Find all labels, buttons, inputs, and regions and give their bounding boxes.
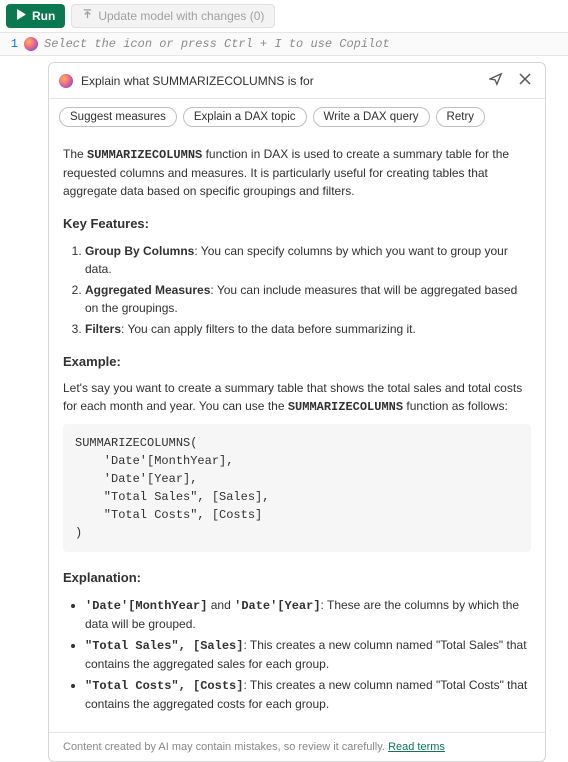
- run-button[interactable]: Run: [6, 4, 65, 28]
- copilot-icon: [59, 74, 73, 88]
- list-item: Aggregated Measures: You can include mea…: [85, 281, 531, 317]
- list-item: "Total Sales", [Sales]: This creates a n…: [85, 636, 531, 673]
- run-label: Run: [32, 9, 55, 23]
- chat-input[interactable]: [81, 74, 477, 88]
- toolbar: Run Update model with changes (0): [0, 0, 568, 32]
- features-list: Group By Columns: You can specify column…: [63, 242, 531, 338]
- chip-retry[interactable]: Retry: [436, 107, 485, 127]
- play-icon: [16, 9, 27, 23]
- chip-write-dax-query[interactable]: Write a DAX query: [313, 107, 430, 127]
- list-item: Filters: You can apply filters to the da…: [85, 320, 531, 338]
- key-features-heading: Key Features:: [63, 214, 531, 234]
- close-button[interactable]: [515, 71, 535, 90]
- send-button[interactable]: [485, 70, 507, 91]
- chip-suggest-measures[interactable]: Suggest measures: [59, 107, 177, 127]
- ai-disclaimer: Content created by AI may contain mistak…: [49, 732, 545, 761]
- list-item: 'Date'[MonthYear] and 'Date'[Year]: Thes…: [85, 596, 531, 633]
- upload-icon: [82, 9, 93, 23]
- read-terms-link[interactable]: Read terms: [388, 741, 445, 753]
- editor-row[interactable]: 1 Select the icon or press Ctrl + I to u…: [0, 32, 568, 56]
- update-model-button: Update model with changes (0): [71, 4, 275, 28]
- chip-explain-dax-topic[interactable]: Explain a DAX topic: [183, 107, 307, 127]
- copilot-chat-panel: Suggest measures Explain a DAX topic Wri…: [48, 62, 546, 762]
- editor-placeholder: Select the icon or press Ctrl + I to use…: [44, 37, 390, 51]
- list-item: Group By Columns: You can specify column…: [85, 242, 531, 278]
- code-block[interactable]: SUMMARIZECOLUMNS( 'Date'[MonthYear], 'Da…: [63, 424, 531, 552]
- copilot-icon[interactable]: [24, 37, 38, 51]
- chat-header: [49, 63, 545, 99]
- example-intro: Let's say you want to create a summary t…: [63, 379, 531, 416]
- suggestion-chips: Suggest measures Explain a DAX topic Wri…: [49, 99, 545, 135]
- example-heading: Example:: [63, 352, 531, 372]
- update-label: Update model with changes (0): [98, 9, 264, 23]
- list-item: "Total Costs", [Costs]: This creates a n…: [85, 676, 531, 713]
- line-number: 1: [8, 37, 18, 51]
- explanation-heading: Explanation:: [63, 568, 531, 588]
- response-content: The SUMMARIZECOLUMNS function in DAX is …: [49, 135, 545, 732]
- explanation-list: 'Date'[MonthYear] and 'Date'[Year]: Thes…: [63, 596, 531, 713]
- intro-paragraph: The SUMMARIZECOLUMNS function in DAX is …: [63, 145, 531, 200]
